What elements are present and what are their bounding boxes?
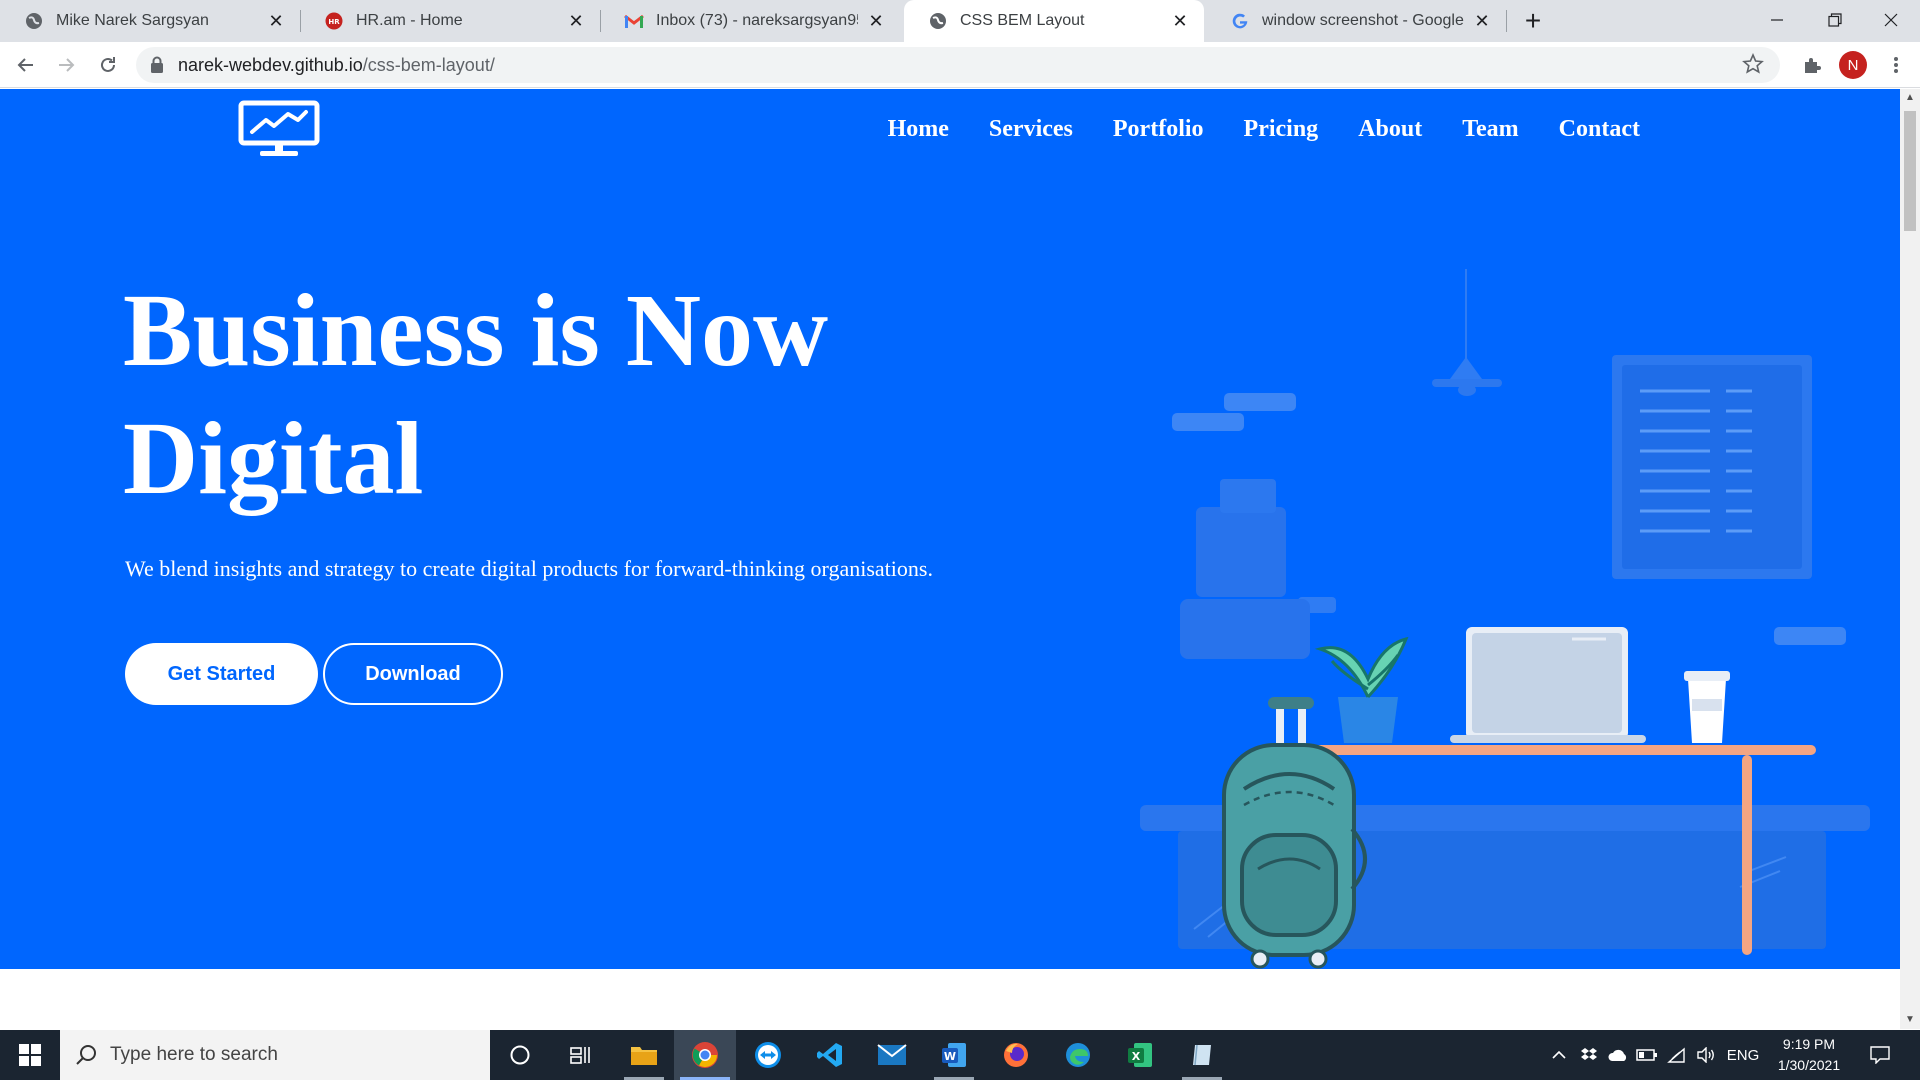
headline-line-2: Digital: [123, 401, 424, 516]
arrow-left-icon: [17, 58, 33, 72]
svg-text:W: W: [944, 1050, 956, 1063]
hero-section: Home Services Portfolio Pricing About Te…: [0, 89, 1900, 969]
cortana-icon[interactable]: [490, 1030, 550, 1080]
clock-time: 9:19 PM: [1782, 1036, 1836, 1052]
back-button[interactable]: [10, 49, 42, 81]
tab-google-search[interactable]: window screenshot - Google Sea ✕: [1206, 0, 1506, 42]
wifi-icon[interactable]: [1662, 1030, 1690, 1080]
vscode-icon[interactable]: [800, 1030, 860, 1080]
dropbox-icon[interactable]: [1576, 1030, 1602, 1080]
taskbar-search[interactable]: Type here to search: [60, 1030, 490, 1080]
windows-logo-icon: [19, 1044, 41, 1066]
firefox-icon[interactable]: [986, 1030, 1046, 1080]
close-icon[interactable]: ✕: [1472, 11, 1492, 31]
hr-am-icon: HR: [324, 11, 344, 31]
main-nav: Home Services Portfolio Pricing About Te…: [888, 116, 1640, 143]
gmail-icon: [624, 11, 644, 31]
reload-icon: [101, 57, 115, 72]
reload-button[interactable]: [92, 49, 124, 81]
close-window-button[interactable]: [1862, 0, 1920, 40]
system-clock[interactable]: 9:19 PM 1/30/2021: [1764, 1034, 1854, 1076]
file-explorer-icon[interactable]: [614, 1030, 674, 1080]
nav-pricing[interactable]: Pricing: [1244, 116, 1319, 143]
notes-icon[interactable]: [1172, 1030, 1232, 1080]
tab-title: Inbox (73) - nareksargsyan950@g: [656, 12, 858, 29]
close-icon[interactable]: ✕: [1170, 11, 1190, 31]
nav-services[interactable]: Services: [989, 116, 1073, 143]
tab-css-bem-layout[interactable]: CSS BEM Layout ✕: [904, 0, 1204, 42]
word-icon[interactable]: W: [924, 1030, 984, 1080]
chevron-up-icon[interactable]: [1546, 1030, 1572, 1080]
tab-title: HR.am - Home: [356, 12, 463, 29]
tab-strip: Mike Narek Sargsyan ✕ HR HR.am - Home ✕ …: [0, 0, 1920, 42]
task-view-icon[interactable]: [550, 1030, 610, 1080]
url-host: narek-webdev.github.io: [178, 55, 363, 75]
hero-subtitle: We blend insights and strategy to create…: [125, 556, 933, 581]
scroll-down-arrow-icon[interactable]: ▼: [1904, 1013, 1916, 1025]
teamviewer-icon[interactable]: [738, 1030, 798, 1080]
search-icon: [76, 1044, 98, 1071]
tab-title: Mike Narek Sargsyan: [56, 12, 209, 29]
globe-icon: [24, 11, 44, 31]
search-placeholder: Type here to search: [110, 1044, 278, 1065]
tab-title: CSS BEM Layout: [960, 12, 1085, 29]
new-tab-button[interactable]: +: [1518, 5, 1548, 36]
address-bar[interactable]: narek-webdev.github.io/css-bem-layout/: [136, 47, 1780, 83]
scroll-up-arrow-icon[interactable]: ▲: [1904, 91, 1916, 103]
globe-icon: [928, 11, 948, 31]
minimize-button[interactable]: [1748, 0, 1806, 40]
onedrive-cloud-icon[interactable]: [1604, 1030, 1632, 1080]
windows-taskbar: Type here to search W X ENG 9:19 PM 1/30…: [0, 1030, 1920, 1080]
profile-avatar[interactable]: N: [1839, 51, 1867, 79]
scroll-thumb[interactable]: [1904, 111, 1916, 231]
tab-separator: [1506, 10, 1507, 32]
svg-text:HR: HR: [328, 18, 340, 26]
nav-home[interactable]: Home: [888, 116, 949, 143]
hero-headline: Business is Now Digital: [123, 267, 1023, 523]
nav-portfolio[interactable]: Portfolio: [1113, 116, 1204, 143]
lock-icon[interactable]: [150, 56, 164, 79]
url-text: narek-webdev.github.io/css-bem-layout/: [178, 55, 495, 76]
svg-text:X: X: [1132, 1050, 1141, 1063]
forward-button[interactable]: [50, 49, 82, 81]
tab-gmail-inbox[interactable]: Inbox (73) - nareksargsyan950@g ✕: [600, 0, 900, 42]
page-scrollbar[interactable]: ▲ ▼: [1900, 89, 1920, 1029]
puzzle-icon: [1805, 58, 1821, 73]
battery-icon[interactable]: [1634, 1030, 1660, 1080]
arrow-right-icon: [59, 58, 75, 72]
workspace-illustration: [1140, 269, 1870, 969]
nav-about[interactable]: About: [1358, 116, 1422, 143]
monitor-chart-logo-icon[interactable]: [238, 100, 320, 158]
browser-toolbar: narek-webdev.github.io/css-bem-layout/ N: [0, 42, 1920, 88]
excel-icon[interactable]: X: [1110, 1030, 1170, 1080]
tab-hr-am-home[interactable]: HR HR.am - Home ✕: [300, 0, 600, 42]
close-icon[interactable]: ✕: [266, 11, 286, 31]
language-indicator[interactable]: ENG: [1724, 1030, 1762, 1080]
clock-date: 1/30/2021: [1777, 1057, 1841, 1073]
close-icon[interactable]: ✕: [866, 11, 886, 31]
notifications-icon[interactable]: [1862, 1030, 1898, 1080]
nav-team[interactable]: Team: [1462, 116, 1518, 143]
kebab-menu-icon: [1894, 57, 1898, 73]
menu-button[interactable]: [1880, 49, 1912, 81]
google-icon: [1230, 11, 1250, 31]
close-icon[interactable]: ✕: [566, 11, 586, 31]
url-path: /css-bem-layout/: [362, 55, 495, 75]
get-started-button[interactable]: Get Started: [125, 643, 318, 705]
volume-icon[interactable]: [1692, 1030, 1720, 1080]
mail-icon[interactable]: [862, 1030, 922, 1080]
headline-line-1: Business is Now: [123, 273, 829, 388]
tab-mike-narek-sargsyan[interactable]: Mike Narek Sargsyan ✕: [0, 0, 300, 42]
chrome-icon[interactable]: [674, 1030, 736, 1080]
download-button[interactable]: Download: [323, 643, 503, 705]
start-button[interactable]: [0, 1030, 60, 1080]
edge-icon[interactable]: [1048, 1030, 1108, 1080]
extensions-button[interactable]: [1796, 49, 1828, 81]
restore-button[interactable]: [1806, 0, 1864, 40]
nav-contact[interactable]: Contact: [1559, 116, 1640, 143]
page-viewport: Home Services Portfolio Pricing About Te…: [0, 89, 1900, 1029]
tab-title: window screenshot - Google Sea: [1262, 12, 1464, 29]
bookmark-star-icon[interactable]: [1742, 52, 1766, 77]
